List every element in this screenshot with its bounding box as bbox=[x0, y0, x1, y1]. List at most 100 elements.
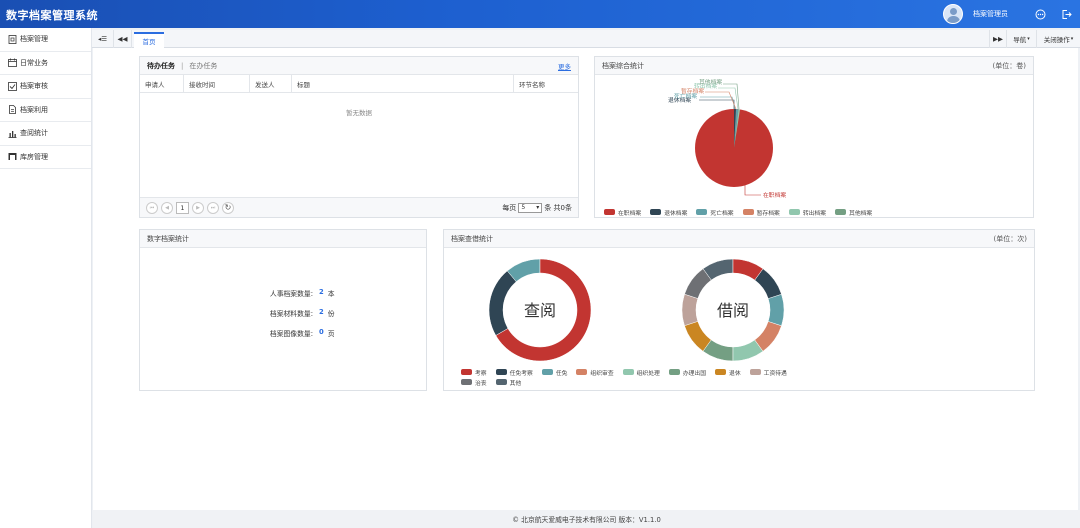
legend-swatch bbox=[788, 209, 800, 215]
legend-item[interactable]: 暂存档案 bbox=[742, 207, 780, 217]
footer: © 北京航天爱威电子技术有限公司 版本：V1.1.0 bbox=[93, 510, 1080, 528]
tasks-table-header: 申请人 接收时间 发送人 标题 环节名称 bbox=[140, 75, 578, 93]
legend-item[interactable]: 其他 bbox=[495, 377, 521, 387]
panel-title: 档案查借统计 bbox=[451, 234, 493, 243]
refresh-icon[interactable]: ↻ bbox=[222, 201, 234, 214]
last-page-button[interactable]: ⏭ bbox=[207, 201, 219, 214]
legend-label: 任免 bbox=[555, 370, 568, 377]
toggle-sidebar-icon: ◂☰ bbox=[97, 35, 108, 43]
legend-item[interactable]: 死亡档案 bbox=[696, 207, 734, 217]
bar-chart-icon bbox=[8, 129, 17, 138]
next-page-button[interactable]: ▶ bbox=[192, 201, 204, 214]
caret-down-icon: ▾ bbox=[1027, 36, 1030, 42]
tab-home[interactable]: 首页 bbox=[134, 32, 164, 48]
stat-value: 2 bbox=[319, 288, 324, 296]
sidebar-item-archive-management[interactable]: 档案管理 bbox=[0, 28, 91, 52]
legend-label: 治丧 bbox=[475, 380, 487, 387]
legend-item[interactable]: 办理出国 bbox=[668, 367, 706, 377]
sidebar: 档案管理 日常业务 档案审核 档案利用 查阅统计 库房管理 bbox=[0, 28, 92, 528]
archive-stats-panel: 档案综合统计 (单位：卷) 在职档案 退休档案 死亡档案 暂存档案 转出档案 其… bbox=[594, 56, 1034, 218]
user-name[interactable]: 档案管理员 bbox=[973, 9, 1008, 19]
sidebar-item-lookup-stats[interactable]: 查阅统计 bbox=[0, 122, 91, 146]
legend-item[interactable]: 任免考察 bbox=[495, 367, 533, 377]
message-icon[interactable] bbox=[1034, 8, 1046, 20]
sidebar-item-daily-business[interactable]: 日常业务 bbox=[0, 52, 91, 75]
panel-title: 数字档案统计 bbox=[147, 234, 189, 243]
donut-center-label: 查阅 bbox=[524, 301, 556, 320]
legend-swatch bbox=[495, 369, 507, 375]
pie-label: 在职档案 bbox=[763, 191, 786, 199]
app-title: 数字档案管理系统 bbox=[6, 9, 98, 22]
empty-state-text: 暂无数据 bbox=[346, 109, 372, 117]
sidebar-item-archive-review[interactable]: 档案审核 bbox=[0, 75, 91, 99]
donut-segment[interactable] bbox=[488, 270, 517, 336]
legend-item[interactable]: 考察 bbox=[461, 367, 487, 377]
tab-in-progress-tasks[interactable]: 在办任务 bbox=[189, 61, 217, 71]
legend-swatch bbox=[749, 369, 761, 375]
legend-item[interactable]: 退休 bbox=[715, 367, 741, 377]
double-left-arrow-icon: ◀◀ bbox=[117, 35, 128, 43]
legend-label: 转出档案 bbox=[802, 210, 827, 217]
column-header[interactable]: 发送人 bbox=[250, 75, 292, 92]
legend-label: 退休 bbox=[729, 370, 741, 377]
lookup-legend: 考察 任免考察 任免 组织审查 组织处理 办理出国 退休 工资待遇 治丧 其他 bbox=[461, 367, 821, 387]
digital-stats-panel: 数字档案统计 人事档案数量: 2 本 档案材料数量: 2 份 档案图像数量: 0… bbox=[139, 229, 427, 391]
lookup-stats-panel: 档案查借统计 (单位：次) 查阅 借阅 考察 任免考察 任免 组织审查 组织处理… bbox=[443, 229, 1035, 391]
lookup-stats-header: 档案查借统计 (单位：次) bbox=[444, 230, 1034, 248]
first-page-button[interactable]: ⏮ bbox=[146, 201, 158, 214]
sidebar-item-warehouse[interactable]: 库房管理 bbox=[0, 146, 91, 169]
tab-separator: | bbox=[181, 61, 184, 70]
legend-swatch bbox=[495, 379, 507, 385]
prev-page-button[interactable]: ◀ bbox=[161, 201, 173, 214]
column-header[interactable]: 环节名称 bbox=[514, 75, 578, 92]
legend-item[interactable]: 转出档案 bbox=[788, 207, 827, 217]
column-header[interactable]: 接收时间 bbox=[184, 75, 250, 92]
toggle-sidebar-button[interactable]: ◂☰ bbox=[92, 30, 114, 48]
legend-swatch bbox=[715, 369, 727, 375]
stat-label: 档案图像数量: bbox=[269, 330, 313, 338]
stat-row: 档案材料数量: 2 份 bbox=[255, 308, 335, 318]
page-number[interactable]: 1 bbox=[176, 201, 189, 214]
legend-item[interactable]: 工资待遇 bbox=[749, 367, 787, 377]
column-header[interactable]: 标题 bbox=[292, 75, 514, 92]
sidebar-item-archive-use[interactable]: 档案利用 bbox=[0, 99, 91, 122]
page-size-select[interactable]: 5 ▾ bbox=[518, 202, 543, 213]
legend-item[interactable]: 治丧 bbox=[461, 377, 487, 387]
legend-swatch bbox=[835, 209, 847, 215]
legend-item[interactable]: 其他档案 bbox=[835, 207, 872, 217]
legend-item[interactable]: 退休档案 bbox=[650, 207, 687, 217]
legend-swatch bbox=[622, 369, 634, 375]
close-ops-dropdown-button[interactable]: 关闭操作 ▾ bbox=[1037, 30, 1080, 48]
app-header: 数字档案管理系统 档案管理员 bbox=[0, 0, 1080, 28]
donut-segment[interactable] bbox=[681, 293, 699, 327]
scroll-tabs-right-button[interactable]: ▶▶ bbox=[989, 30, 1007, 48]
column-header[interactable]: 申请人 bbox=[140, 75, 184, 92]
legend-item[interactable]: 组织处理 bbox=[622, 367, 660, 377]
digital-stats-header: 数字档案统计 bbox=[140, 230, 426, 248]
stat-value: 2 bbox=[319, 308, 324, 316]
tab-pending-tasks[interactable]: 待办任务 bbox=[147, 61, 175, 71]
double-right-arrow-icon: ▶▶ bbox=[993, 35, 1003, 43]
label-leader-line bbox=[744, 183, 761, 196]
pagination: ⏮ ◀ 1 ▶ ⏭ ↻ 每页 5 ▾ 条 共0条 bbox=[140, 197, 578, 217]
donut-segment[interactable] bbox=[767, 293, 785, 327]
legend-label: 退休档案 bbox=[664, 210, 688, 217]
stat-row: 人事档案数量: 2 本 bbox=[255, 288, 335, 298]
unit-label: (单位：卷) bbox=[992, 61, 1026, 70]
nav-dropdown-button[interactable]: 导航 ▾ bbox=[1007, 30, 1037, 48]
more-link[interactable]: 更多 bbox=[558, 61, 571, 71]
panel-title: 档案综合统计 bbox=[602, 61, 644, 70]
avatar[interactable] bbox=[943, 4, 963, 24]
scroll-tabs-left-button[interactable]: ◀◀ bbox=[114, 30, 132, 48]
tasks-panel: 待办任务 | 在办任务 更多 申请人 接收时间 发送人 标题 环节名称 暂无数据… bbox=[139, 56, 579, 218]
legend-item[interactable]: 任免 bbox=[541, 367, 568, 377]
legend-item[interactable]: 组织审查 bbox=[576, 367, 614, 377]
lookup-donut-charts: 查阅 借阅 bbox=[488, 258, 785, 362]
legend-item[interactable]: 在职档案 bbox=[604, 207, 641, 217]
check-icon bbox=[8, 81, 17, 91]
archive-icon bbox=[8, 34, 17, 44]
copyright-text: © 北京航天爱威电子技术有限公司 版本：V1.1.0 bbox=[512, 516, 661, 524]
calendar-icon bbox=[8, 58, 17, 68]
logout-icon[interactable] bbox=[1060, 8, 1072, 20]
sidebar-item-label: 查阅统计 bbox=[20, 129, 48, 138]
